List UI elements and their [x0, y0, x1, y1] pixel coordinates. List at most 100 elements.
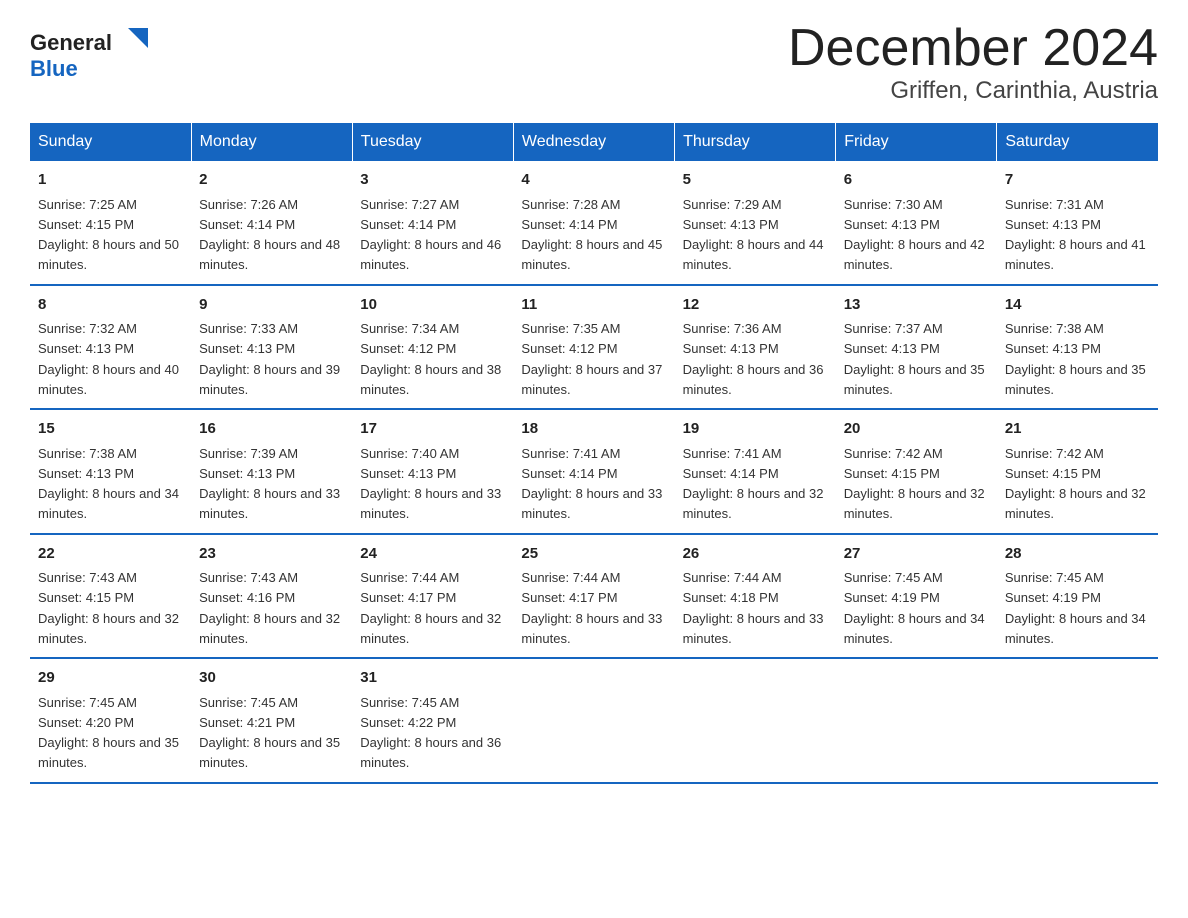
day-info: Sunrise: 7:44 AMSunset: 4:17 PMDaylight:… — [360, 570, 501, 646]
day-number: 22 — [38, 543, 183, 566]
day-number: 29 — [38, 667, 183, 690]
calendar-cell: 31 Sunrise: 7:45 AMSunset: 4:22 PMDaylig… — [352, 658, 513, 783]
calendar-cell: 1 Sunrise: 7:25 AMSunset: 4:15 PMDayligh… — [30, 161, 191, 285]
day-info: Sunrise: 7:33 AMSunset: 4:13 PMDaylight:… — [199, 321, 340, 397]
logo: General Blue — [30, 20, 150, 85]
day-info: Sunrise: 7:37 AMSunset: 4:13 PMDaylight:… — [844, 321, 985, 397]
day-info: Sunrise: 7:45 AMSunset: 4:19 PMDaylight:… — [1005, 570, 1146, 646]
day-number: 14 — [1005, 294, 1150, 317]
day-number: 21 — [1005, 418, 1150, 441]
day-number: 4 — [521, 169, 666, 192]
day-info: Sunrise: 7:28 AMSunset: 4:14 PMDaylight:… — [521, 197, 662, 273]
calendar-cell: 26 Sunrise: 7:44 AMSunset: 4:18 PMDaylig… — [675, 534, 836, 659]
calendar-cell: 12 Sunrise: 7:36 AMSunset: 4:13 PMDaylig… — [675, 285, 836, 410]
calendar-header-tuesday: Tuesday — [352, 123, 513, 161]
day-number: 16 — [199, 418, 344, 441]
day-info: Sunrise: 7:27 AMSunset: 4:14 PMDaylight:… — [360, 197, 501, 273]
calendar-header-saturday: Saturday — [997, 123, 1158, 161]
calendar-table: SundayMondayTuesdayWednesdayThursdayFrid… — [30, 123, 1158, 784]
day-number: 12 — [683, 294, 828, 317]
day-info: Sunrise: 7:34 AMSunset: 4:12 PMDaylight:… — [360, 321, 501, 397]
calendar-cell: 24 Sunrise: 7:44 AMSunset: 4:17 PMDaylig… — [352, 534, 513, 659]
calendar-week-row: 8 Sunrise: 7:32 AMSunset: 4:13 PMDayligh… — [30, 285, 1158, 410]
day-info: Sunrise: 7:44 AMSunset: 4:18 PMDaylight:… — [683, 570, 824, 646]
calendar-cell — [836, 658, 997, 783]
day-number: 7 — [1005, 169, 1150, 192]
day-number: 24 — [360, 543, 505, 566]
calendar-cell: 7 Sunrise: 7:31 AMSunset: 4:13 PMDayligh… — [997, 161, 1158, 285]
calendar-cell: 22 Sunrise: 7:43 AMSunset: 4:15 PMDaylig… — [30, 534, 191, 659]
day-number: 31 — [360, 667, 505, 690]
svg-text:Blue: Blue — [30, 56, 78, 81]
calendar-cell: 20 Sunrise: 7:42 AMSunset: 4:15 PMDaylig… — [836, 409, 997, 534]
day-info: Sunrise: 7:29 AMSunset: 4:13 PMDaylight:… — [683, 197, 824, 273]
calendar-cell: 27 Sunrise: 7:45 AMSunset: 4:19 PMDaylig… — [836, 534, 997, 659]
calendar-cell: 5 Sunrise: 7:29 AMSunset: 4:13 PMDayligh… — [675, 161, 836, 285]
day-info: Sunrise: 7:31 AMSunset: 4:13 PMDaylight:… — [1005, 197, 1146, 273]
day-number: 3 — [360, 169, 505, 192]
day-info: Sunrise: 7:45 AMSunset: 4:20 PMDaylight:… — [38, 695, 179, 771]
day-info: Sunrise: 7:40 AMSunset: 4:13 PMDaylight:… — [360, 446, 501, 522]
day-number: 25 — [521, 543, 666, 566]
svg-text:General: General — [30, 30, 112, 55]
calendar-cell: 18 Sunrise: 7:41 AMSunset: 4:14 PMDaylig… — [513, 409, 674, 534]
day-number: 8 — [38, 294, 183, 317]
day-number: 18 — [521, 418, 666, 441]
calendar-cell: 25 Sunrise: 7:44 AMSunset: 4:17 PMDaylig… — [513, 534, 674, 659]
day-info: Sunrise: 7:26 AMSunset: 4:14 PMDaylight:… — [199, 197, 340, 273]
calendar-cell: 30 Sunrise: 7:45 AMSunset: 4:21 PMDaylig… — [191, 658, 352, 783]
calendar-cell: 28 Sunrise: 7:45 AMSunset: 4:19 PMDaylig… — [997, 534, 1158, 659]
calendar-cell: 10 Sunrise: 7:34 AMSunset: 4:12 PMDaylig… — [352, 285, 513, 410]
calendar-header-thursday: Thursday — [675, 123, 836, 161]
day-info: Sunrise: 7:30 AMSunset: 4:13 PMDaylight:… — [844, 197, 985, 273]
day-number: 15 — [38, 418, 183, 441]
day-number: 13 — [844, 294, 989, 317]
calendar-cell: 11 Sunrise: 7:35 AMSunset: 4:12 PMDaylig… — [513, 285, 674, 410]
calendar-week-row: 29 Sunrise: 7:45 AMSunset: 4:20 PMDaylig… — [30, 658, 1158, 783]
day-number: 30 — [199, 667, 344, 690]
day-info: Sunrise: 7:41 AMSunset: 4:14 PMDaylight:… — [521, 446, 662, 522]
day-number: 11 — [521, 294, 666, 317]
calendar-cell: 19 Sunrise: 7:41 AMSunset: 4:14 PMDaylig… — [675, 409, 836, 534]
day-info: Sunrise: 7:42 AMSunset: 4:15 PMDaylight:… — [1005, 446, 1146, 522]
calendar-cell: 23 Sunrise: 7:43 AMSunset: 4:16 PMDaylig… — [191, 534, 352, 659]
day-number: 9 — [199, 294, 344, 317]
day-info: Sunrise: 7:35 AMSunset: 4:12 PMDaylight:… — [521, 321, 662, 397]
calendar-cell: 2 Sunrise: 7:26 AMSunset: 4:14 PMDayligh… — [191, 161, 352, 285]
calendar-cell: 17 Sunrise: 7:40 AMSunset: 4:13 PMDaylig… — [352, 409, 513, 534]
calendar-cell — [675, 658, 836, 783]
day-info: Sunrise: 7:42 AMSunset: 4:15 PMDaylight:… — [844, 446, 985, 522]
page-header: General Blue December 2024 Griffen, Cari… — [30, 20, 1158, 105]
day-number: 23 — [199, 543, 344, 566]
calendar-cell — [997, 658, 1158, 783]
day-info: Sunrise: 7:45 AMSunset: 4:22 PMDaylight:… — [360, 695, 501, 771]
day-info: Sunrise: 7:36 AMSunset: 4:13 PMDaylight:… — [683, 321, 824, 397]
calendar-cell: 8 Sunrise: 7:32 AMSunset: 4:13 PMDayligh… — [30, 285, 191, 410]
calendar-header-row: SundayMondayTuesdayWednesdayThursdayFrid… — [30, 123, 1158, 161]
title-block: December 2024 Griffen, Carinthia, Austri… — [788, 20, 1158, 105]
day-info: Sunrise: 7:45 AMSunset: 4:19 PMDaylight:… — [844, 570, 985, 646]
day-number: 6 — [844, 169, 989, 192]
day-info: Sunrise: 7:38 AMSunset: 4:13 PMDaylight:… — [38, 446, 179, 522]
calendar-cell: 16 Sunrise: 7:39 AMSunset: 4:13 PMDaylig… — [191, 409, 352, 534]
day-number: 5 — [683, 169, 828, 192]
page-subtitle: Griffen, Carinthia, Austria — [788, 77, 1158, 105]
day-info: Sunrise: 7:43 AMSunset: 4:15 PMDaylight:… — [38, 570, 179, 646]
calendar-week-row: 15 Sunrise: 7:38 AMSunset: 4:13 PMDaylig… — [30, 409, 1158, 534]
day-info: Sunrise: 7:32 AMSunset: 4:13 PMDaylight:… — [38, 321, 179, 397]
calendar-cell: 4 Sunrise: 7:28 AMSunset: 4:14 PMDayligh… — [513, 161, 674, 285]
day-number: 20 — [844, 418, 989, 441]
day-number: 27 — [844, 543, 989, 566]
day-number: 1 — [38, 169, 183, 192]
calendar-cell: 29 Sunrise: 7:45 AMSunset: 4:20 PMDaylig… — [30, 658, 191, 783]
calendar-cell: 6 Sunrise: 7:30 AMSunset: 4:13 PMDayligh… — [836, 161, 997, 285]
day-info: Sunrise: 7:25 AMSunset: 4:15 PMDaylight:… — [38, 197, 179, 273]
day-info: Sunrise: 7:38 AMSunset: 4:13 PMDaylight:… — [1005, 321, 1146, 397]
day-info: Sunrise: 7:45 AMSunset: 4:21 PMDaylight:… — [199, 695, 340, 771]
calendar-cell: 15 Sunrise: 7:38 AMSunset: 4:13 PMDaylig… — [30, 409, 191, 534]
calendar-cell — [513, 658, 674, 783]
day-number: 2 — [199, 169, 344, 192]
day-info: Sunrise: 7:39 AMSunset: 4:13 PMDaylight:… — [199, 446, 340, 522]
calendar-cell: 14 Sunrise: 7:38 AMSunset: 4:13 PMDaylig… — [997, 285, 1158, 410]
day-number: 10 — [360, 294, 505, 317]
